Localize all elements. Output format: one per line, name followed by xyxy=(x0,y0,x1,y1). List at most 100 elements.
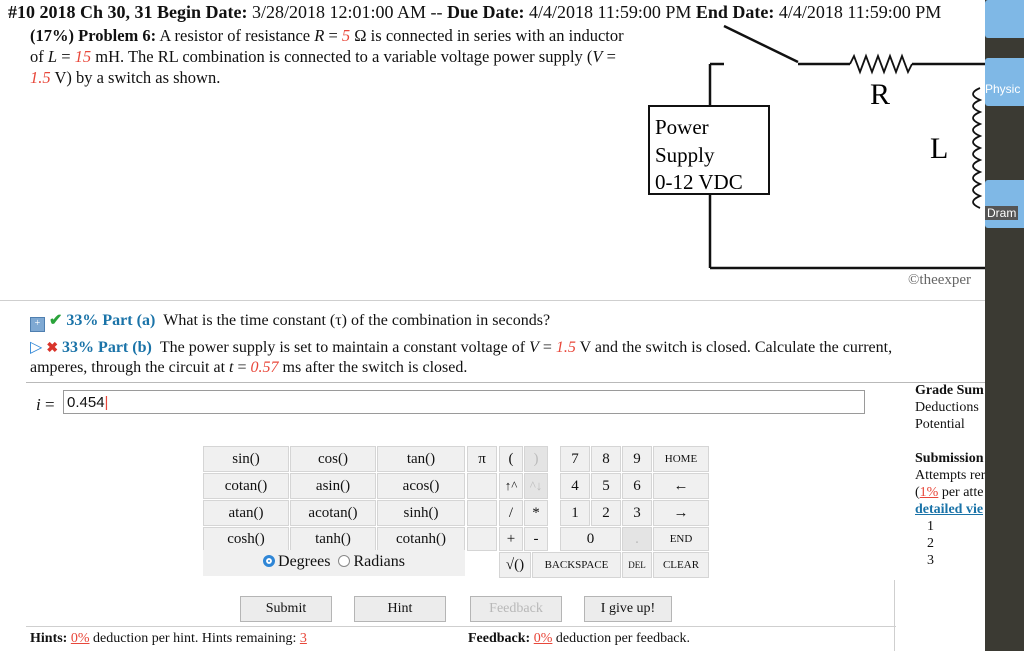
expand-icon[interactable]: + xyxy=(30,317,45,332)
voltage-symbol: V xyxy=(592,47,603,66)
play-icon: ▷ xyxy=(30,339,43,356)
part-b-question: ms after the switch is closed. xyxy=(278,359,468,376)
feedback-button[interactable]: Feedback xyxy=(470,596,562,622)
asin-button[interactable]: asin() xyxy=(290,473,376,499)
problem-text: V) by a switch as shown. xyxy=(50,68,221,87)
tanh-button[interactable]: tanh() xyxy=(290,527,376,551)
answer-input[interactable]: 0.454| xyxy=(63,390,865,414)
problem-heading: (17%) Problem 6: xyxy=(30,26,157,45)
degrees-radio[interactable] xyxy=(263,555,276,567)
inductance-symbol: L xyxy=(47,47,58,66)
clear-button[interactable]: CLEAR xyxy=(653,552,709,578)
down-button[interactable]: ^↓ xyxy=(524,473,548,499)
key-4[interactable]: 4 xyxy=(560,473,590,499)
key-8[interactable]: 8 xyxy=(591,446,621,472)
key-2[interactable]: 2 xyxy=(591,500,621,526)
hints-text: deduction per hint. Hints remaining: xyxy=(89,631,300,646)
resistance-value: 5 xyxy=(341,26,351,45)
power-supply-label: Supply xyxy=(655,143,715,167)
key-5[interactable]: 5 xyxy=(591,473,621,499)
sqrt-button[interactable]: √() xyxy=(499,552,531,578)
folder-icon[interactable] xyxy=(985,0,1024,38)
equals: = xyxy=(324,26,342,45)
acos-button[interactable]: acos() xyxy=(377,473,465,499)
part-a-percent: 33% xyxy=(66,312,99,329)
check-icon: ✔ xyxy=(49,312,63,329)
divide-button[interactable]: / xyxy=(499,500,523,526)
atan-button[interactable]: atan() xyxy=(203,500,289,526)
begin-date-value: 3/28/2018 12:01:00 AM -- xyxy=(252,2,443,22)
circuit-diagram: Power Supply 0-12 VDC R L ©theexper xyxy=(648,24,985,288)
per-attempt-line: (1% per atte xyxy=(915,484,985,501)
hints-remaining: 3 xyxy=(299,631,307,646)
feedback-percent: 0% xyxy=(533,631,553,646)
part-b-label: Part (b) xyxy=(98,339,152,356)
image-credit: ©theexper xyxy=(908,272,971,288)
part-a-question: What is the time constant (τ) of the com… xyxy=(163,312,551,329)
tan-button[interactable]: tan() xyxy=(377,446,465,472)
feedback-label: Feedback: xyxy=(468,631,531,646)
home-button[interactable]: HOME xyxy=(653,446,709,472)
voltage-symbol: V xyxy=(529,339,539,356)
up-button[interactable]: ↑^ xyxy=(499,473,523,499)
part-a-label: Part (a) xyxy=(102,312,156,329)
per-attempt-percent: 1% xyxy=(919,485,939,500)
blank-key xyxy=(467,473,497,499)
due-date-label: Due Date: xyxy=(447,2,525,22)
key-1[interactable]: 1 xyxy=(560,500,590,526)
radians-radio[interactable] xyxy=(338,555,351,567)
folder-icon[interactable] xyxy=(985,180,1024,228)
inductance-value: 15 xyxy=(74,47,92,66)
key-7[interactable]: 7 xyxy=(560,446,590,472)
minus-button[interactable]: - xyxy=(524,527,548,551)
cos-button[interactable]: cos() xyxy=(290,446,376,472)
degrees-label: Degrees xyxy=(278,553,331,570)
sin-button[interactable]: sin() xyxy=(203,446,289,472)
multiply-button[interactable]: * xyxy=(524,500,548,526)
part-b-percent: 33% xyxy=(62,339,95,356)
plus-button[interactable]: + xyxy=(499,527,523,551)
right-paren-button[interactable]: ) xyxy=(524,446,548,472)
key-9[interactable]: 9 xyxy=(622,446,652,472)
submissions-title: Submission xyxy=(915,451,984,466)
left-paren-button[interactable]: ( xyxy=(499,446,523,472)
folder-label: Physic xyxy=(985,82,1021,96)
divider xyxy=(0,300,985,301)
cursor-right-button[interactable]: → xyxy=(653,500,709,526)
backspace-button[interactable]: BACKSPACE xyxy=(532,552,621,578)
delete-button[interactable]: DEL xyxy=(622,552,652,578)
answer-value: 0.454 xyxy=(67,394,105,411)
hints-percent: 0% xyxy=(70,631,90,646)
decimal-button[interactable]: . xyxy=(622,527,652,551)
key-0[interactable]: 0 xyxy=(560,527,621,551)
submissions-panel: Submission Attempts rer (1% per atte det… xyxy=(915,450,985,569)
key-6[interactable]: 6 xyxy=(622,473,652,499)
give-up-button[interactable]: I give up! xyxy=(584,596,672,622)
end-button[interactable]: END xyxy=(653,527,709,551)
folder-label: Dram xyxy=(985,206,1019,220)
cosh-button[interactable]: cosh() xyxy=(203,527,289,551)
resistor-icon xyxy=(849,53,913,75)
grade-summary-title: Grade Sum xyxy=(915,383,984,398)
inductor-label: L xyxy=(930,132,948,165)
part-a-row[interactable]: + ✔ 33% Part (a) What is the time consta… xyxy=(30,311,550,332)
acotan-button[interactable]: acotan() xyxy=(290,500,376,526)
cotan-button[interactable]: cotan() xyxy=(203,473,289,499)
equals: = xyxy=(233,359,251,376)
pi-button[interactable]: π xyxy=(467,446,497,472)
blank-key xyxy=(467,500,497,526)
power-supply-label: Power xyxy=(655,115,709,139)
text-caret: | xyxy=(104,394,109,411)
detailed-view-link[interactable]: detailed vie xyxy=(915,501,985,518)
switch-icon xyxy=(723,24,799,64)
feedback-text: deduction per feedback. xyxy=(552,631,690,646)
cotanh-button[interactable]: cotanh() xyxy=(377,527,465,551)
submit-button[interactable]: Submit xyxy=(240,596,332,622)
part-b-question: amperes, through the circuit at xyxy=(30,359,230,376)
equals: = xyxy=(602,47,616,66)
radians-label: Radians xyxy=(353,553,405,570)
hint-button[interactable]: Hint xyxy=(354,596,446,622)
sinh-button[interactable]: sinh() xyxy=(377,500,465,526)
cursor-left-button[interactable]: ← xyxy=(653,473,709,499)
key-3[interactable]: 3 xyxy=(622,500,652,526)
